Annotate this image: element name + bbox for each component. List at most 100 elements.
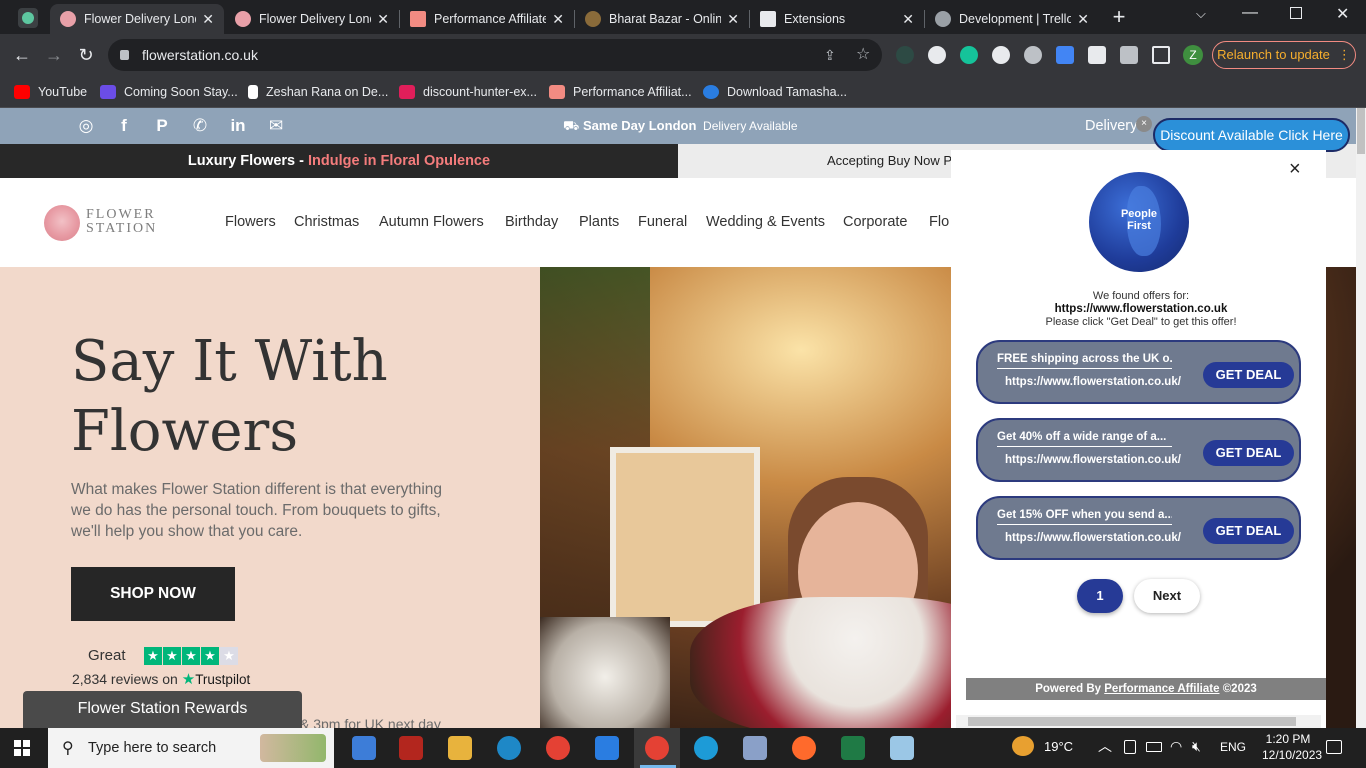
extension-icon[interactable] bbox=[1088, 46, 1106, 64]
browser-tab[interactable]: Flower Delivery Lond ✕ bbox=[225, 4, 399, 34]
luxury-flowers-banner[interactable]: Luxury Flowers - Indulge in Floral Opule… bbox=[0, 144, 678, 178]
puzzle-icon[interactable] bbox=[1120, 46, 1138, 64]
deal-url[interactable]: https://www.flowerstation.co.uk/ bbox=[1005, 376, 1181, 388]
get-deal-button[interactable]: GET DEAL bbox=[1203, 518, 1294, 544]
instagram-icon[interactable]: ◎ bbox=[76, 116, 96, 136]
edge-icon[interactable] bbox=[497, 736, 521, 760]
close-tab-icon[interactable]: ✕ bbox=[727, 11, 739, 28]
bookmark-item[interactable]: Coming Soon Stay... bbox=[100, 83, 238, 101]
get-deal-button[interactable]: GET DEAL bbox=[1203, 440, 1294, 466]
profile-avatar[interactable]: Z bbox=[1183, 45, 1203, 65]
address-bar[interactable]: flowerstation.co.uk ⇪ ☆ bbox=[108, 39, 882, 71]
forward-arrow-icon[interactable]: → bbox=[42, 43, 66, 67]
extension-icon[interactable] bbox=[928, 46, 946, 64]
wifi-icon[interactable]: ◠ bbox=[1170, 738, 1182, 755]
rewards-tab[interactable]: Flower Station Rewards bbox=[23, 691, 302, 728]
side-panel-icon[interactable] bbox=[1152, 46, 1170, 64]
nav-item-flowers[interactable]: Flowers bbox=[225, 214, 276, 230]
browser-tab[interactable]: Performance Affiliate ✕ bbox=[400, 4, 574, 34]
show-hidden-icons-chevron-icon[interactable]: ︿ bbox=[1098, 736, 1112, 756]
nav-item-birthday[interactable]: Birthday bbox=[505, 214, 558, 230]
bookmark-star-icon[interactable]: ☆ bbox=[856, 39, 870, 71]
next-page-button[interactable]: Next bbox=[1134, 579, 1200, 613]
nav-item-wedding-events[interactable]: Wedding & Events bbox=[706, 214, 825, 230]
browser-tab[interactable]: Flower Delivery Lond ✕ bbox=[50, 4, 224, 34]
file-explorer-icon[interactable] bbox=[448, 736, 472, 760]
deal-url[interactable]: https://www.flowerstation.co.uk/ bbox=[1005, 532, 1181, 544]
close-tab-icon[interactable]: ✕ bbox=[902, 11, 914, 28]
paint-icon[interactable] bbox=[743, 736, 767, 760]
scrollbar-thumb[interactable] bbox=[1357, 108, 1365, 154]
bookmark-item[interactable]: YouTube bbox=[14, 83, 87, 101]
bookmark-item[interactable]: Performance Affiliat... bbox=[549, 83, 692, 101]
device-icon[interactable] bbox=[1124, 740, 1136, 754]
close-popup-icon[interactable]: × bbox=[1289, 158, 1301, 181]
skype-icon[interactable] bbox=[694, 736, 718, 760]
chrome-active-icon[interactable] bbox=[645, 736, 669, 760]
react-devtools-icon[interactable] bbox=[1024, 46, 1042, 64]
bookmark-item[interactable]: discount-hunter-ex... bbox=[399, 83, 537, 101]
taskbar-search-box[interactable]: ⚲ Type here to search bbox=[48, 728, 334, 768]
dismiss-discount-icon[interactable]: × bbox=[1136, 116, 1152, 132]
footer-affiliate-link[interactable]: Performance Affiliate bbox=[1104, 683, 1219, 695]
notifications-icon[interactable] bbox=[1326, 740, 1342, 754]
browser-tab[interactable]: Bharat Bazar - Online ✕ bbox=[575, 4, 749, 34]
filezilla-icon[interactable] bbox=[399, 736, 423, 760]
share-icon[interactable]: ⇪ bbox=[824, 39, 836, 71]
browser-tab[interactable]: Extensions ✕ bbox=[750, 4, 924, 34]
reload-icon[interactable]: ↻ bbox=[74, 43, 98, 67]
phone-icon[interactable]: ✆ bbox=[190, 116, 210, 136]
discount-available-button[interactable]: Discount Available Click Here bbox=[1153, 118, 1350, 152]
deal-url[interactable]: https://www.flowerstation.co.uk/ bbox=[1005, 454, 1181, 466]
excel-icon[interactable] bbox=[841, 736, 865, 760]
computer-app-icon[interactable] bbox=[352, 736, 376, 760]
popup-scrollbar-thumb[interactable] bbox=[968, 717, 1296, 726]
email-icon[interactable]: ✉ bbox=[264, 116, 288, 136]
new-tab-button[interactable]: + bbox=[1108, 4, 1130, 30]
linkedin-icon[interactable]: in bbox=[228, 116, 248, 136]
nav-item-plants[interactable]: Plants bbox=[579, 214, 619, 230]
grammarly-icon[interactable] bbox=[960, 46, 978, 64]
extension-icon[interactable] bbox=[896, 46, 914, 64]
pinterest-icon[interactable]: P bbox=[152, 116, 172, 136]
nav-item-corporate[interactable]: Corporate bbox=[843, 214, 907, 230]
postman-icon[interactable] bbox=[792, 736, 816, 760]
bookmark-item[interactable]: Zeshan Rana on De... bbox=[248, 83, 388, 101]
nav-item-christmas[interactable]: Christmas bbox=[294, 214, 359, 230]
back-arrow-icon[interactable]: ← bbox=[10, 43, 34, 67]
bookmark-item[interactable]: Download Tamasha... bbox=[703, 83, 847, 101]
trustpilot-reviews[interactable]: 2,834 reviews on ★Trustpilot bbox=[72, 670, 250, 688]
chrome-icon[interactable] bbox=[546, 736, 570, 760]
site-logo[interactable]: FLOWER STATION bbox=[86, 208, 157, 236]
weather-icon[interactable] bbox=[1012, 736, 1034, 756]
translate-icon[interactable] bbox=[1056, 46, 1074, 64]
get-deal-button[interactable]: GET DEAL bbox=[1203, 362, 1294, 388]
shop-now-button[interactable]: SHOP NOW bbox=[71, 567, 235, 621]
windows-start-icon[interactable] bbox=[14, 740, 30, 756]
popup-horizontal-scrollbar[interactable] bbox=[956, 715, 1321, 728]
clock[interactable]: 1:20 PM 12/10/2023 bbox=[1262, 731, 1322, 763]
nav-item-truncated[interactable]: Flo bbox=[929, 214, 949, 230]
minimize-window-icon[interactable]: — bbox=[1242, 4, 1258, 22]
close-tab-icon[interactable]: ✕ bbox=[377, 11, 389, 28]
volume-muted-icon[interactable]: 🔇︎ bbox=[1192, 738, 1201, 755]
close-tab-icon[interactable]: ✕ bbox=[1077, 11, 1089, 28]
tab-search-icon[interactable] bbox=[18, 8, 38, 28]
browser-tab[interactable]: Development | Trello ✕ bbox=[925, 4, 1099, 34]
notes-app-icon[interactable] bbox=[890, 736, 914, 760]
close-tab-icon[interactable]: ✕ bbox=[202, 11, 214, 28]
battery-icon[interactable] bbox=[1146, 742, 1162, 752]
page-1-button[interactable]: 1 bbox=[1077, 579, 1123, 613]
facebook-icon[interactable]: f bbox=[114, 116, 134, 136]
rose-logo-icon[interactable] bbox=[44, 205, 80, 241]
relaunch-update-button[interactable]: Relaunch to update ⋮ bbox=[1212, 41, 1356, 69]
vscode-icon[interactable] bbox=[595, 736, 619, 760]
language-indicator[interactable]: ENG bbox=[1220, 740, 1246, 754]
restore-window-icon[interactable] bbox=[1290, 7, 1302, 19]
close-window-icon[interactable]: ✕ bbox=[1336, 4, 1349, 24]
tab-list-chevron-icon[interactable]: ⌵ bbox=[1196, 6, 1206, 22]
add-extension-icon[interactable] bbox=[992, 46, 1010, 64]
close-tab-icon[interactable]: ✕ bbox=[552, 11, 564, 28]
temperature[interactable]: 19°C bbox=[1044, 739, 1073, 754]
page-scrollbar[interactable] bbox=[1356, 108, 1366, 728]
